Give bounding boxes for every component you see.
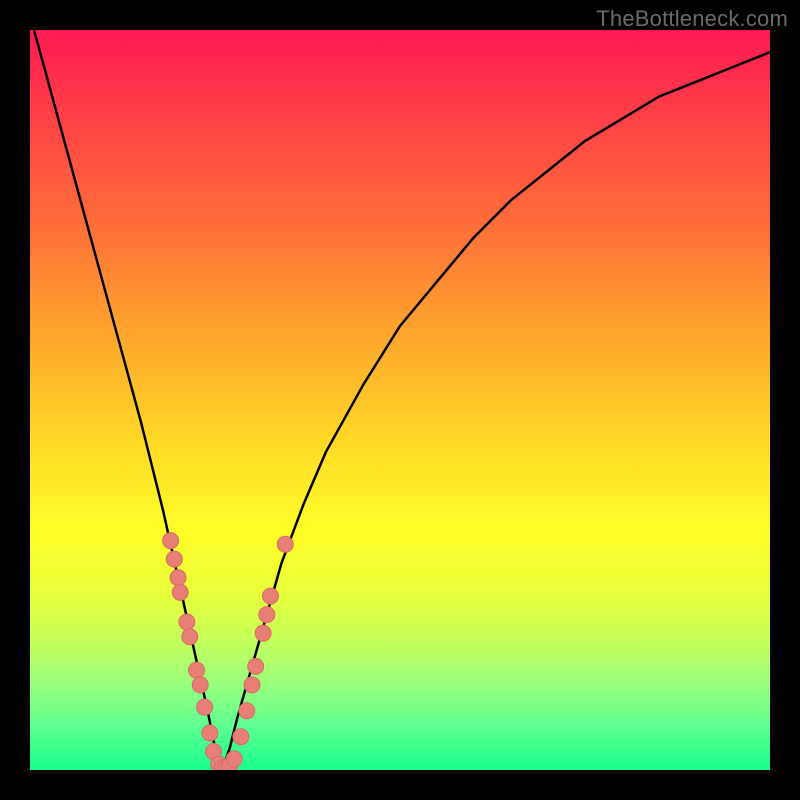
- bottleneck-svg: [30, 30, 770, 770]
- data-point: [226, 751, 242, 767]
- data-point: [239, 703, 255, 719]
- data-point: [233, 729, 249, 745]
- data-point: [197, 699, 213, 715]
- chart-frame: TheBottleneck.com: [0, 0, 800, 800]
- plot-area: [30, 30, 770, 770]
- data-point: [179, 614, 195, 630]
- data-point: [259, 607, 275, 623]
- data-point: [248, 658, 264, 674]
- watermark-text: TheBottleneck.com: [596, 6, 788, 32]
- data-point: [182, 629, 198, 645]
- data-point: [255, 625, 271, 641]
- data-point: [170, 570, 186, 586]
- data-point: [277, 536, 293, 552]
- data-point: [172, 584, 188, 600]
- data-point: [263, 588, 279, 604]
- data-point: [189, 662, 205, 678]
- data-point: [192, 677, 208, 693]
- data-point: [166, 551, 182, 567]
- data-point: [244, 677, 260, 693]
- bottleneck-curve: [30, 30, 770, 770]
- data-point: [163, 533, 179, 549]
- data-point: [202, 725, 218, 741]
